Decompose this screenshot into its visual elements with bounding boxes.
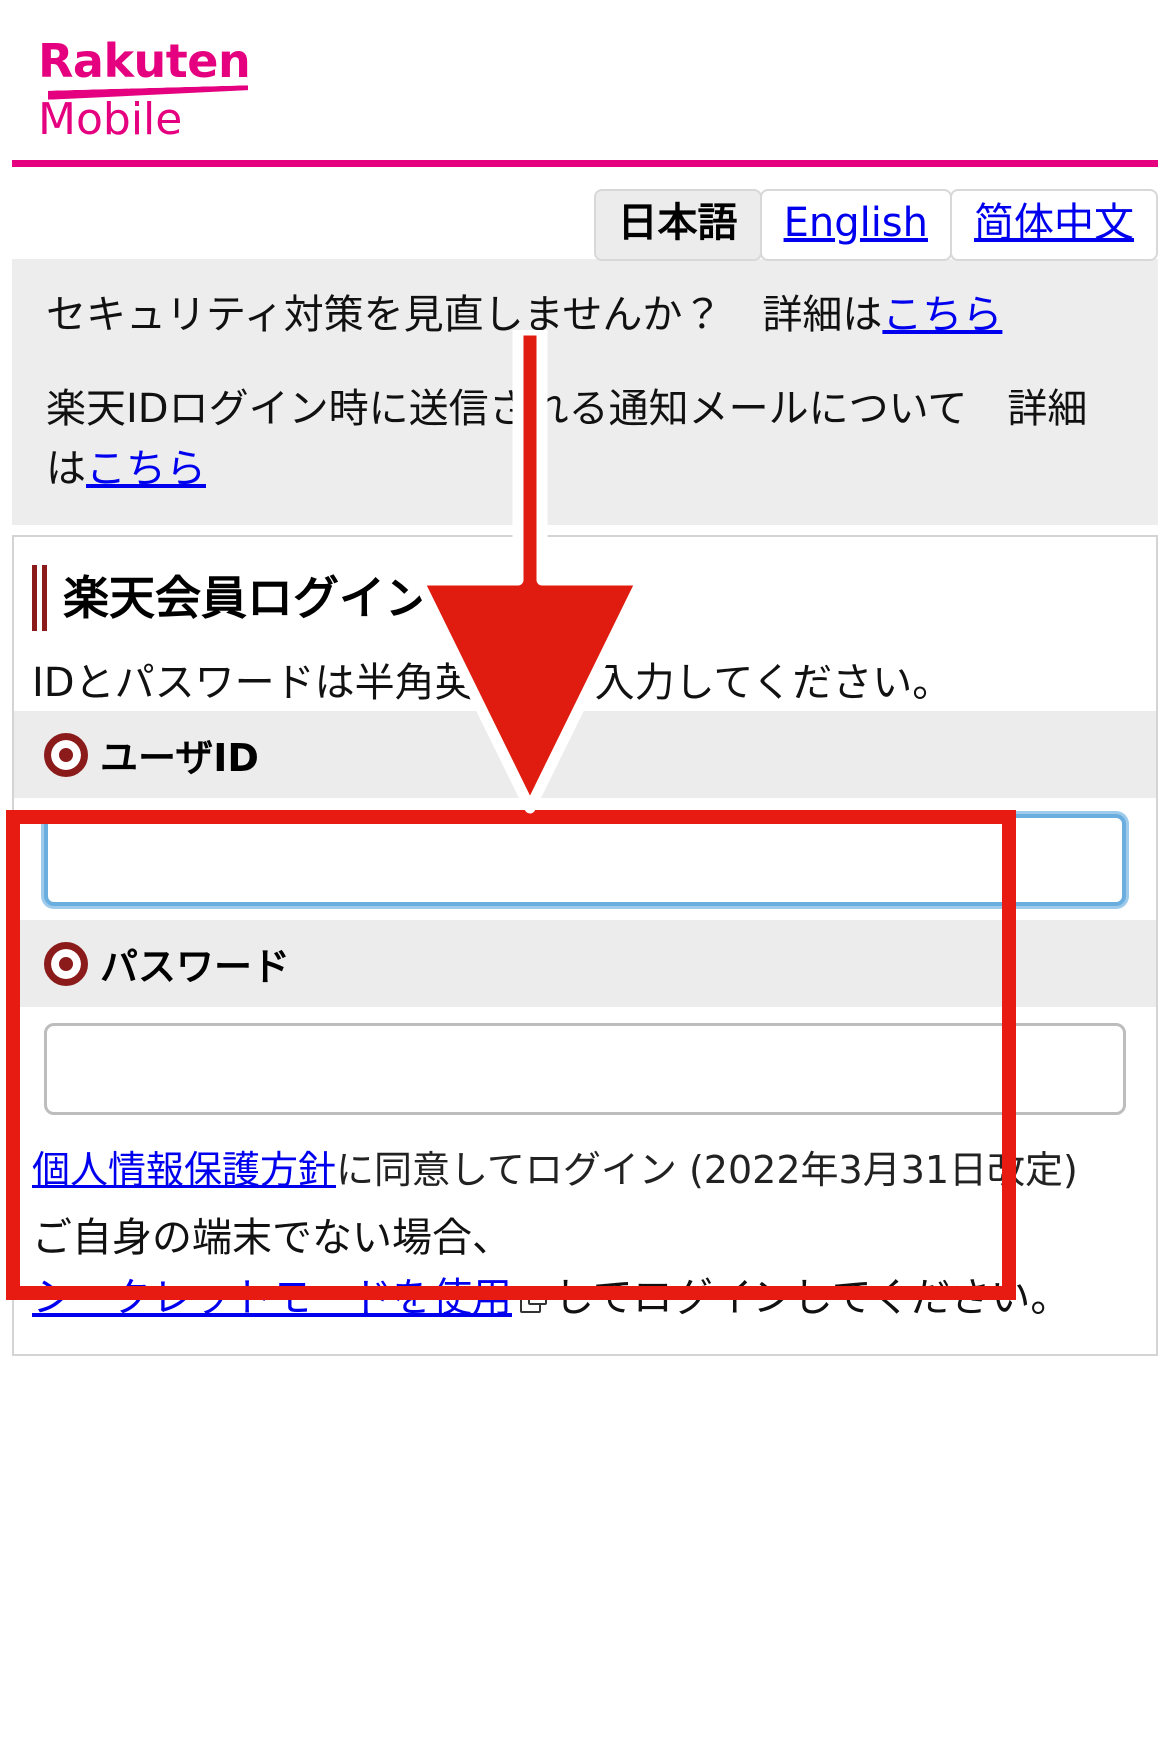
lang-tab-chinese[interactable]: 简体中文 xyxy=(950,189,1158,261)
logo-mobile-text: Mobile xyxy=(38,94,183,145)
heading-accent-bars-icon xyxy=(32,563,47,633)
user-id-label: ユーザID xyxy=(100,736,259,780)
login-hint: IDとパスワードは半角英数字を入力してください。 xyxy=(32,660,953,706)
notice-panel: セキュリティ対策を見直しませんか？ 詳細はこちら 楽天IDログイン時に送信される… xyxy=(12,259,1158,525)
secret-mode-text: ご自身の端末でない場合、 シークレットモードを使用 してログインしてください。 xyxy=(14,1198,1156,1344)
notice-security-text: セキュリティ対策を見直しませんか？ 詳細は xyxy=(46,292,883,338)
agree-text: に同意してログイン xyxy=(336,1148,677,1192)
login-heading: 楽天会員ログイン xyxy=(14,537,1156,651)
external-link-icon xyxy=(520,1286,547,1314)
rakuten-mobile-logo[interactable]: Rakuten Mobile xyxy=(38,38,298,143)
logo-rakuten-text: Rakuten xyxy=(38,34,251,88)
user-id-label-row: ユーザID xyxy=(14,711,1156,798)
login-card: 楽天会員ログイン IDとパスワードは半角英数字を入力してください。 ユーザID … xyxy=(12,535,1158,1357)
required-marker-icon xyxy=(44,941,88,986)
lang-tab-english[interactable]: English xyxy=(759,189,952,261)
language-selector: 日本語 English 简体中文 xyxy=(0,167,1170,261)
secret-mode-suffix: してログインしてください。 xyxy=(554,1275,1071,1322)
privacy-policy-link[interactable]: 個人情報保護方針 xyxy=(32,1148,336,1192)
brand-divider xyxy=(12,160,1158,167)
page-header: Rakuten Mobile xyxy=(0,0,1170,150)
password-label-row: パスワード xyxy=(14,920,1156,1007)
notice-security-link[interactable]: こちら xyxy=(882,292,1002,338)
user-id-field-row xyxy=(14,798,1156,920)
notice-mail: 楽天IDログイン時に送信される通知メールについて 詳細はこちら xyxy=(46,379,1124,499)
password-label: パスワード xyxy=(100,945,291,989)
policy-revision-date: (2022年3月31日改定) xyxy=(688,1148,1078,1192)
notice-mail-link[interactable]: こちら xyxy=(86,446,206,492)
lang-tab-japanese[interactable]: 日本語 xyxy=(593,189,762,261)
login-title: 楽天会員ログイン xyxy=(63,570,431,625)
secret-mode-link[interactable]: シークレットモードを使用 xyxy=(32,1275,512,1321)
password-field-row xyxy=(14,1007,1156,1129)
agree-and-login-text: 個人情報保護方針に同意してログイン (2022年3月31日改定) xyxy=(14,1129,1156,1198)
secret-mode-prefix: ご自身の端末でない場合、 xyxy=(32,1215,512,1262)
required-marker-icon xyxy=(44,732,88,777)
password-input[interactable] xyxy=(44,1023,1126,1115)
notice-security: セキュリティ対策を見直しませんか？ 詳細はこちら xyxy=(46,285,1124,345)
user-id-input[interactable] xyxy=(44,814,1126,906)
